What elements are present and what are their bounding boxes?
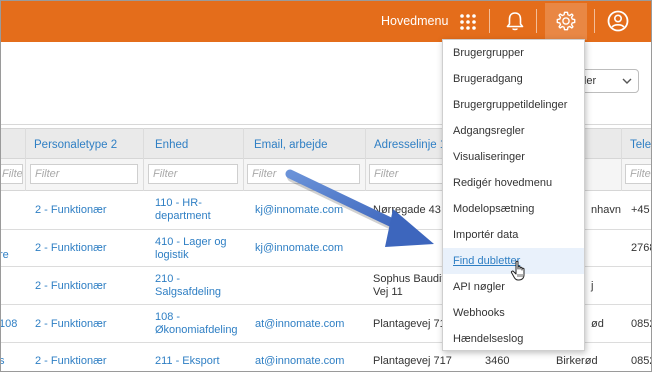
filter-input[interactable] [148, 164, 238, 184]
personnel-type-cell[interactable]: 2 - Funktionær [35, 318, 107, 331]
personnel-type-cell[interactable]: 2 - Funktionær [35, 242, 107, 255]
filter-input[interactable] [625, 164, 651, 184]
menu-item-brugeradgang[interactable]: Brugeradgang [443, 66, 584, 92]
unit-cell[interactable]: 110 - HR- department [155, 197, 211, 223]
email-cell[interactable]: at@innomate.com [255, 355, 344, 368]
divider [536, 9, 537, 33]
phone-cell: 2768 [631, 242, 651, 254]
column-header-personaletype[interactable]: Personaletype 2 [34, 139, 117, 151]
bell-icon[interactable] [504, 10, 526, 32]
address-cell: Sophus Baudit Vej 11 [373, 273, 445, 298]
email-cell[interactable]: kj@innomate.com [255, 242, 343, 255]
unit-cell[interactable]: 108 - Økonomiafdeling [155, 311, 238, 337]
menu-item-webhooks[interactable]: Webhooks [443, 300, 584, 326]
address-cell: Plantagevej 717 [373, 318, 452, 330]
menu-item-haendelseslog[interactable]: Hændelseslog [443, 326, 584, 352]
settings-dropdown-menu: Brugergrupper Brugeradgang Brugergruppet… [442, 39, 585, 351]
city-cell: nhavn [591, 204, 621, 216]
city-cell: ød [591, 318, 604, 330]
row-id-cell[interactable]: s [1, 355, 5, 368]
hand-cursor-icon [510, 260, 525, 281]
filter-input[interactable] [247, 164, 360, 184]
unit-cell[interactable]: 211 - Eksport [155, 355, 220, 368]
city-cell: j [591, 280, 594, 292]
personnel-type-cell[interactable]: 2 - Funktionær [35, 355, 107, 368]
chevron-down-icon [622, 78, 632, 84]
city-cell: Birkerød [556, 355, 598, 367]
row-id-cell[interactable]: re [1, 249, 9, 262]
personnel-type-cell[interactable]: 2 - Funktionær [35, 280, 107, 293]
zip-cell: 3460 [485, 355, 510, 367]
email-cell[interactable]: kj@innomate.com [255, 204, 343, 217]
column-header-adresselinje[interactable]: Adresselinje 1 [374, 139, 446, 151]
column-header-enhed[interactable]: Enhed [155, 139, 188, 151]
filter-input[interactable] [369, 164, 449, 184]
user-icon[interactable] [607, 10, 629, 32]
phone-cell: +45 [631, 204, 650, 216]
main-menu-label[interactable]: Hovedmenu [381, 14, 448, 28]
divider [594, 9, 595, 33]
unit-cell[interactable]: 410 - Lager og logistik [155, 236, 227, 262]
personnel-type-cell[interactable]: 2 - Funktionær [35, 204, 107, 217]
menu-item-rediger-hovedmenu[interactable]: Redigér hovedmenu [443, 170, 584, 196]
divider [489, 9, 490, 33]
phone-cell: 0852 [631, 355, 651, 367]
column-header-email[interactable]: Email, arbejde [254, 139, 328, 151]
phone-cell: 0852 [631, 318, 651, 330]
top-bar: Hovedmenu [1, 1, 651, 42]
grid-icon[interactable] [459, 13, 477, 31]
menu-item-brugergruppetildelinger[interactable]: Brugergruppetildelinger [443, 92, 584, 118]
menu-item-brugergrupper[interactable]: Brugergrupper [443, 40, 584, 66]
menu-item-visualiseringer[interactable]: Visualiseringer [443, 144, 584, 170]
menu-item-importer-data[interactable]: Importér data [443, 222, 584, 248]
address-cell: Nørregade 43 [373, 204, 441, 216]
app-window: Hovedmenu neder [0, 0, 652, 372]
unit-cell[interactable]: 210 - Salgsafdeling [155, 273, 221, 299]
filter-input[interactable] [1, 164, 23, 184]
address-cell: Plantagevej 717 [373, 355, 452, 367]
row-id-cell[interactable]: 108 [1, 318, 17, 331]
menu-item-modelopsaetning[interactable]: Modelopsætning [443, 196, 584, 222]
gear-icon [556, 11, 576, 31]
menu-item-adgangsregler[interactable]: Adgangsregler [443, 118, 584, 144]
email-cell[interactable]: at@innomate.com [255, 318, 344, 331]
settings-button[interactable] [545, 3, 587, 40]
filter-input[interactable] [30, 164, 138, 184]
column-header-telefon[interactable]: Telef [630, 139, 651, 151]
